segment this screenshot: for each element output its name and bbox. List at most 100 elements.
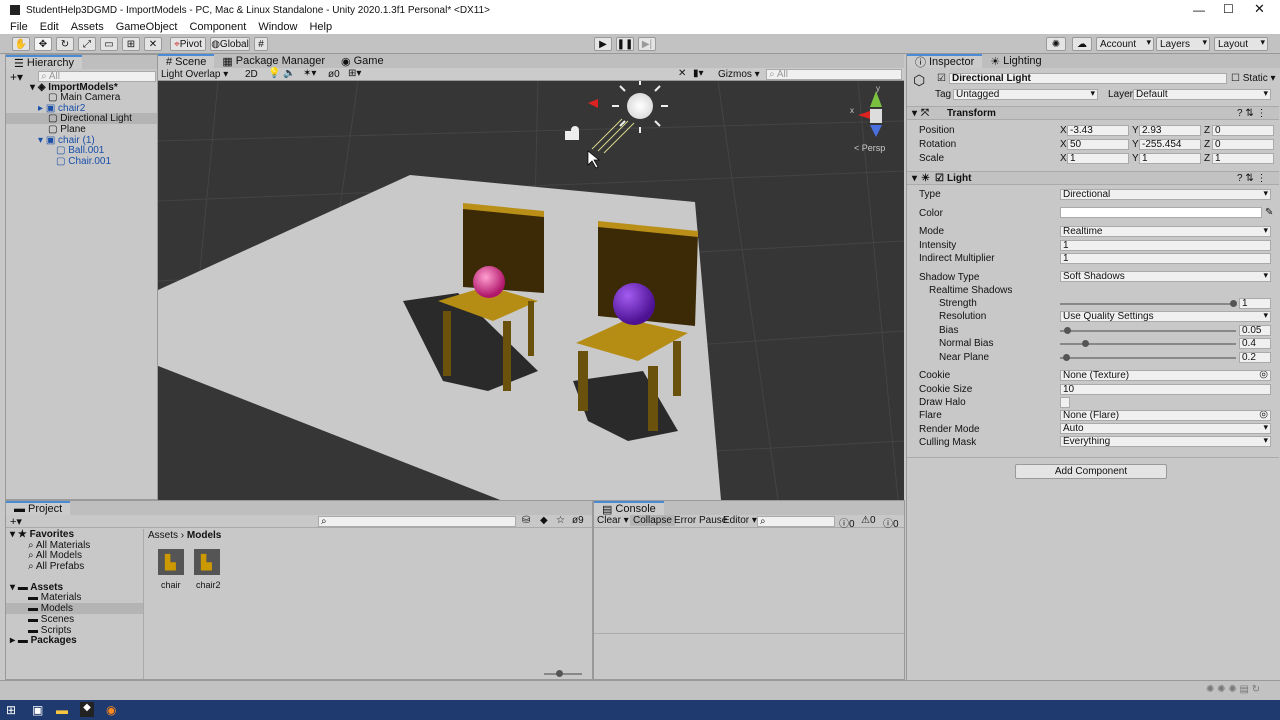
account-dropdown[interactable]: Account (1096, 37, 1154, 51)
warning-count-toggle[interactable]: ⚠0 (861, 515, 876, 526)
layout-dropdown[interactable]: Layout (1214, 37, 1268, 51)
close-icon[interactable]: ✕ (1254, 1, 1265, 17)
hidden-objects-toggle[interactable]: ø0 (328, 69, 340, 80)
scale-tool-icon[interactable]: ⤢ (78, 37, 96, 51)
object-picker-icon[interactable]: ◎ (1259, 371, 1268, 380)
light-header[interactable]: ▾ ☀ ☑ Light ? ⇅ ⋮ (907, 171, 1279, 185)
scene-search-input[interactable]: ⌕ All (766, 69, 902, 80)
scene-viewport[interactable]: y x < Persp (158, 81, 904, 500)
favorites-node[interactable]: ▾ ★ Favorites (10, 529, 74, 540)
asset-thumbnail-chair2[interactable]: ▙ (194, 549, 220, 575)
cloud-icon[interactable]: ☁ (1072, 37, 1092, 51)
collab-icon[interactable]: ✺ (1046, 37, 1066, 51)
windows-start-icon[interactable]: ⊞ (6, 703, 16, 717)
menu-file[interactable]: File (0, 21, 34, 33)
camera-dropdown-icon[interactable]: ▮▾ (693, 68, 704, 79)
filter-label-icon[interactable]: ◆ (540, 515, 548, 526)
menu-window[interactable]: Window (252, 21, 303, 33)
asset-thumbnail-chair[interactable]: ▙ (158, 549, 184, 575)
component-menu-icons[interactable]: ? ⇅ ⋮ (1237, 173, 1267, 184)
rotation-z-field[interactable]: 0 (1212, 139, 1274, 150)
tab-project[interactable]: ▬ Project (6, 501, 71, 515)
error-count-toggle[interactable]: ⓘ0 (883, 515, 899, 530)
hidden-packages-toggle[interactable]: ø9 (572, 515, 584, 526)
play-button[interactable]: ▶ (594, 37, 612, 51)
icon-size-slider-handle[interactable] (556, 670, 563, 677)
global-button[interactable]: ◍ Global (210, 37, 250, 51)
menu-help[interactable]: Help (303, 21, 338, 33)
shadow-type-dropdown[interactable]: Soft Shadows (1060, 271, 1271, 282)
favorite-item[interactable]: ⌕ All Prefabs (28, 561, 84, 572)
gizmos-dropdown[interactable]: Gizmos ▾ (718, 69, 760, 80)
editor-dropdown[interactable]: Editor ▾ (723, 515, 757, 526)
lighting-toggle-icon[interactable]: 💡 (268, 68, 280, 79)
mode-dropdown[interactable]: Realtime (1060, 226, 1271, 237)
pause-button[interactable]: ❚❚ (616, 37, 634, 51)
eyedropper-icon[interactable]: ✎ (1265, 207, 1273, 218)
maximize-icon[interactable]: ☐ (1223, 2, 1234, 16)
bias-field[interactable]: 0.05 (1239, 325, 1271, 336)
menu-edit[interactable]: Edit (34, 21, 65, 33)
create-asset-button[interactable]: +▾ (10, 515, 22, 528)
render-mode-dropdown[interactable]: Auto (1060, 423, 1271, 434)
menu-component[interactable]: Component (183, 21, 252, 33)
cookie-size-field[interactable]: 10 (1060, 384, 1271, 395)
draw-halo-checkbox[interactable] (1060, 397, 1070, 408)
menu-gameobject[interactable]: GameObject (110, 21, 184, 33)
scale-z-field[interactable]: 1 (1212, 153, 1274, 164)
browser-icon[interactable]: ◉ (106, 703, 116, 717)
favorite-star-icon[interactable]: ☆ (556, 515, 565, 526)
minimize-icon[interactable]: — (1193, 3, 1205, 17)
light-enabled-checkbox[interactable]: ☑ (935, 173, 944, 184)
tab-hierarchy[interactable]: ☰ Hierarchy (6, 55, 82, 70)
normal-bias-field[interactable]: 0.4 (1239, 338, 1271, 349)
cookie-field[interactable]: None (Texture) ◎ (1060, 370, 1271, 381)
hand-tool-icon[interactable]: ✋ (12, 37, 30, 51)
icon-size-slider[interactable] (544, 673, 582, 675)
tab-lighting[interactable]: ☀ Lighting (982, 54, 1049, 68)
hierarchy-search-input[interactable]: ⌕ All (38, 71, 156, 82)
tools-icon[interactable]: ✕ (678, 68, 686, 79)
tag-dropdown[interactable]: Untagged (953, 89, 1098, 100)
layers-dropdown[interactable]: Layers (1156, 37, 1210, 51)
tab-package-manager[interactable]: ▦ Package Manager (214, 54, 333, 68)
move-tool-icon[interactable]: ✥ (34, 37, 52, 51)
position-x-field[interactable]: -3.43 (1067, 125, 1129, 136)
indirect-multiplier-field[interactable]: 1 (1060, 253, 1271, 264)
task-view-icon[interactable]: ▣ (32, 703, 43, 717)
transform-tool-icon[interactable]: ⊞ (122, 37, 140, 51)
strength-slider-track[interactable] (1060, 303, 1236, 305)
breadcrumb-item[interactable]: Assets (148, 530, 178, 541)
hierarchy-item-plane[interactable]: ▢ Plane (48, 124, 86, 135)
tab-console[interactable]: ▤ Console (594, 501, 664, 516)
add-object-button[interactable]: +▾ (10, 70, 23, 84)
effects-dropdown-icon[interactable]: ✶▾ (303, 68, 316, 79)
rotate-tool-icon[interactable]: ↻ (56, 37, 74, 51)
log-count-toggle[interactable]: ⓘ0 (839, 515, 855, 530)
flare-field[interactable]: None (Flare) ◎ (1060, 410, 1271, 421)
hierarchy-item-chair001[interactable]: ▢ Chair.001 (56, 156, 111, 167)
component-menu-icons[interactable]: ? ⇅ ⋮ (1237, 108, 1267, 119)
console-search-input[interactable]: ⌕ (757, 516, 835, 527)
grid-snap-icon[interactable]: # (254, 37, 268, 51)
normal-bias-slider-handle[interactable] (1082, 340, 1090, 347)
folder-item[interactable]: ▬ Scenes (28, 614, 74, 625)
type-dropdown[interactable]: Directional (1060, 189, 1271, 200)
status-icons[interactable]: ✺ ✺ ✺ ▤ ↻ (1206, 684, 1260, 695)
step-button[interactable]: ▶| (638, 37, 656, 51)
bias-slider-handle[interactable] (1064, 327, 1072, 334)
active-checkbox[interactable]: ☑ (937, 73, 946, 84)
project-search-input[interactable]: ⌕ (318, 516, 516, 527)
rotation-y-field[interactable]: -255.454 (1139, 139, 1201, 150)
scale-x-field[interactable]: 1 (1067, 153, 1129, 164)
color-swatch[interactable] (1060, 207, 1262, 218)
folder-item-selected[interactable]: ▬ Models (6, 603, 143, 614)
tab-scene[interactable]: # Scene (158, 54, 215, 68)
near-plane-slider-track[interactable] (1060, 357, 1236, 359)
custom-tool-icon[interactable]: ✕ (144, 37, 162, 51)
intensity-field[interactable]: 1 (1060, 240, 1271, 251)
tab-inspector[interactable]: ⓘ Inspector (907, 54, 983, 69)
audio-toggle-icon[interactable]: 🔈 (283, 68, 295, 79)
collapse-toggle[interactable]: Collapse (630, 515, 675, 526)
resolution-dropdown[interactable]: Use Quality Settings (1060, 311, 1271, 322)
